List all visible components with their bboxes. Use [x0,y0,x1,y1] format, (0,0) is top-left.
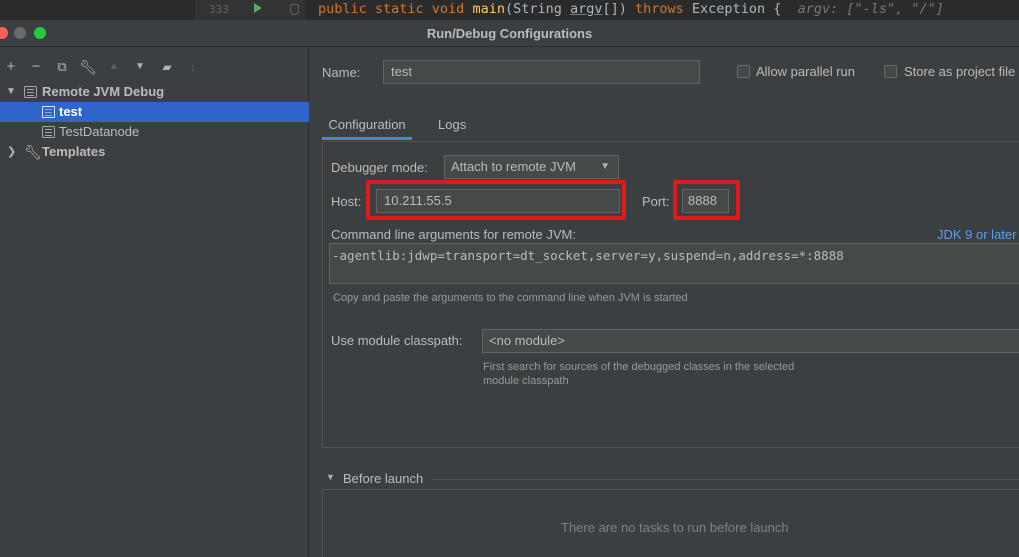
code-param-name: argv [569,1,603,17]
remove-icon[interactable]: − [26,56,46,78]
tree-item-label: TestDatanode [59,124,140,139]
configuration-editor: Name: test Allow parallel run Store as p… [310,48,1019,557]
port-highlight-box [673,180,740,220]
cmdline-label: Command line arguments for remote JVM: [331,227,576,242]
name-input[interactable]: test [383,60,700,84]
code-keywords: public static void [318,1,473,17]
code-method-name: main [472,1,505,17]
run-gutter-icon[interactable] [254,3,262,13]
sidebar-toolbar: + − ⧉ 🔧︎ ▲ ▼ ▰ ↓ [0,56,309,78]
module-hint-line-1: First search for sources of the debugged… [483,361,795,373]
tree-item-testdatanode[interactable]: TestDatanode [0,122,309,142]
tab-configuration[interactable]: Configuration [322,112,412,140]
module-classpath-value: <no module> [489,333,565,348]
tabs-bar: Configuration Logs [322,112,1019,140]
code-exception: Exception { [691,1,782,17]
cmdline-textarea[interactable]: -agentlib:jdwp=transport=dt_socket,serve… [329,243,1019,284]
sort-icon[interactable]: ↓ [183,56,203,78]
tab-logs[interactable]: Logs [438,112,466,140]
host-highlight-box [366,180,626,220]
code-line: public static void main(String argv[]) t… [318,1,944,17]
no-tasks-message: There are no tasks to run before launch [561,520,789,535]
store-project-label: Store as project file [904,64,1016,79]
allow-parallel-checkbox[interactable] [737,65,750,78]
dialog-titlebar: Run/Debug Configurations [0,20,1019,47]
remote-debug-icon [24,86,37,98]
chevron-down-icon: ▼ [600,161,610,172]
debugger-mode-select[interactable]: Attach to remote JVM ▼ [444,155,619,179]
module-hint-line-2: module classpath [483,375,569,387]
chevron-down-icon[interactable]: ▼ [326,472,335,482]
inline-debug-hint: argv: ["-ls", "/"] [781,1,944,17]
configurations-sidebar: + − ⧉ 🔧︎ ▲ ▼ ▰ ↓ ▼ Remote JVM Debug test… [0,48,309,557]
move-down-icon[interactable]: ▼ [130,56,150,78]
wrench-icon: 🔧︎ [24,144,42,160]
line-number: 333 [209,3,229,16]
remote-debug-icon [42,126,55,138]
debugger-mode-label: Debugger mode: [331,160,428,175]
bookmark-gutter-icon[interactable] [290,4,299,15]
debugger-mode-value: Attach to remote JVM [451,159,576,174]
wrench-icon[interactable]: 🔧︎ [78,56,98,78]
chevron-right-icon[interactable]: ❯ [7,142,19,162]
tree-group-remote-jvm-debug[interactable]: ▼ Remote JVM Debug [0,82,309,102]
tree-item-label: test [59,104,83,119]
module-classpath-select[interactable]: <no module> [482,329,1019,353]
store-project-checkbox[interactable] [884,65,897,78]
allow-parallel-label: Allow parallel run [756,64,855,79]
cmdline-hint: Copy and paste the arguments to the comm… [333,292,688,304]
new-folder-icon[interactable]: ▰ [157,56,177,78]
add-icon[interactable]: + [1,56,21,78]
tree-group-templates[interactable]: ❯ 🔧︎ Templates [0,142,309,162]
port-label: Port: [642,194,670,209]
configuration-panel: Debugger mode: Attach to remote JVM ▼ Ho… [322,141,1019,448]
code-params-open: (String [504,1,570,17]
remote-debug-icon [42,106,55,118]
before-launch-divider [432,479,1019,480]
copy-icon[interactable]: ⧉ [52,56,72,78]
move-up-icon[interactable]: ▲ [104,56,124,78]
before-launch-label[interactable]: Before launch [343,471,423,486]
jdk-version-link[interactable]: JDK 9 or later [937,227,1016,242]
code-params-close: []) [602,1,636,17]
dialog-title: Run/Debug Configurations [426,26,593,41]
name-label: Name: [322,65,361,80]
tree-group-label: Remote JVM Debug [42,84,165,99]
chevron-down-icon[interactable]: ▼ [6,82,18,102]
tree-group-label: Templates [42,144,106,159]
before-launch-panel: There are no tasks to run before launch [322,489,1019,557]
module-classpath-label: Use module classpath: [331,333,463,348]
tree-item-test[interactable]: test [0,102,309,122]
editor-strip: 333 public static void main(String argv[… [0,0,1019,20]
host-label: Host: [331,194,362,209]
code-throws: throws [635,1,692,17]
